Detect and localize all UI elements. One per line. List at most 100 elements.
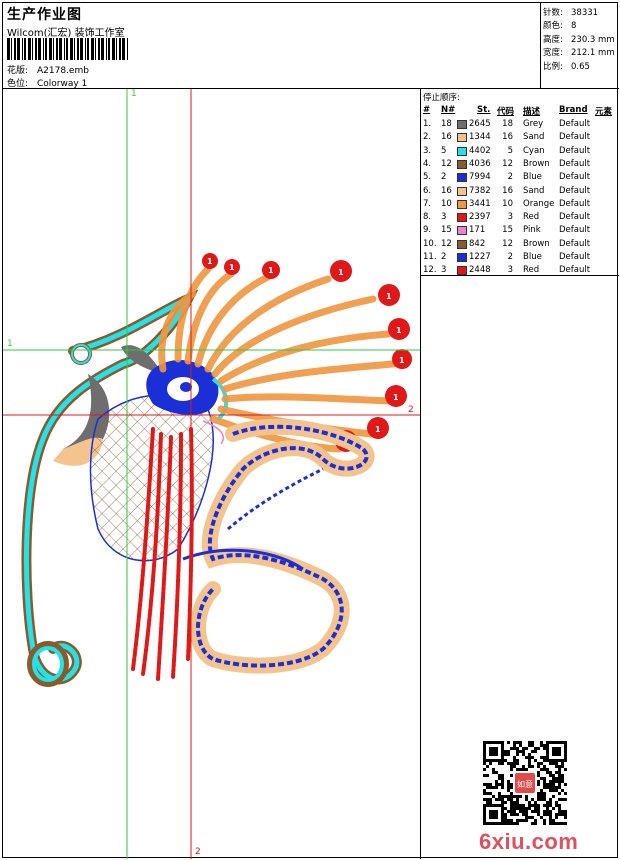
row-brand: Default <box>559 185 591 196</box>
row-code: 12 <box>502 158 513 169</box>
row-stitches: 4402 <box>469 145 491 156</box>
row-index: 3. <box>423 145 432 156</box>
svg-text:1: 1 <box>268 266 274 275</box>
row-index: 12. <box>423 265 437 276</box>
colorway-label: 色位: <box>7 79 29 89</box>
row-number: 3 <box>441 265 447 276</box>
table-row: 8. 3 2397 3 Red Default <box>421 212 617 225</box>
row-stitches: 2645 <box>469 119 491 129</box>
row-brand: Default <box>559 252 591 262</box>
mesh-body <box>89 394 214 562</box>
table-row: 3. 5 4402 5 Cyan Default <box>421 146 617 159</box>
row-number: 12 <box>441 238 452 249</box>
row-index: 5. <box>423 172 432 183</box>
color-swatch <box>457 173 467 183</box>
table-row: 11. 2 1227 2 Blue Default <box>421 252 617 265</box>
row-brand: Default <box>559 158 591 169</box>
row-desc: Sand <box>523 185 545 196</box>
row-code: 16 <box>502 132 513 143</box>
row-index: 8. <box>423 212 432 223</box>
row-desc: Brown <box>523 158 550 169</box>
table-row: 2. 16 1344 16 Sand Default <box>421 132 617 145</box>
stat-stitches: 针数: 38331 <box>543 8 599 18</box>
row-brand: Default <box>559 225 591 236</box>
row-desc: Blue <box>523 252 542 262</box>
row-brand: Default <box>559 132 591 143</box>
design-value: A2178.emb <box>37 66 89 76</box>
row-stitches: 2397 <box>469 212 491 223</box>
tail-curl-outer <box>190 418 375 674</box>
row-desc: Red <box>523 212 540 223</box>
row-stitches: 842 <box>469 238 486 249</box>
row-index: 6. <box>423 185 432 196</box>
color-swatch <box>457 266 467 276</box>
guide-v1-label: 1 <box>131 89 137 99</box>
row-stitches: 2448 <box>469 265 491 276</box>
table-row: 12. 3 2448 3 Red Default <box>421 265 617 278</box>
row-number: 15 <box>441 225 452 236</box>
row-desc: Sand <box>523 132 545 143</box>
color-swatch <box>457 253 467 262</box>
color-swatch <box>457 133 467 143</box>
stat-colors: 颜色: 8 <box>543 21 577 31</box>
row-stitches: 1344 <box>469 132 491 143</box>
row-number: 12 <box>441 158 452 169</box>
panel-divider <box>421 275 619 276</box>
row-stitches: 171 <box>469 225 486 236</box>
row-stitches: 7382 <box>469 185 491 196</box>
row-code: 10 <box>502 198 513 209</box>
watermark: 6xiu.com <box>479 829 579 854</box>
row-stitches: 7994 <box>469 172 491 183</box>
row-desc: Grey <box>523 119 544 129</box>
table-row: 6. 16 7382 16 Sand Default <box>421 186 617 199</box>
stat-scale: 比例: 0.65 <box>543 62 590 72</box>
embroidery-design: 1 1 1 1 1 1 1 1 1 1 <box>3 89 420 859</box>
table-row: 4. 12 4036 12 Brown Default <box>421 159 617 172</box>
row-code: 12 <box>502 238 513 249</box>
svg-text:1: 1 <box>386 292 392 301</box>
color-swatch <box>457 226 467 236</box>
row-code: 3 <box>507 212 513 223</box>
table-row: 7. 10 3441 10 Orange Default <box>421 199 617 212</box>
row-number: 2 <box>441 172 447 183</box>
table-row: 10. 12 842 12 Brown Default <box>421 239 617 252</box>
row-number: 10 <box>441 198 452 209</box>
stats-panel: 针数: 38331 颜色: 8 高度: 230.3 mm 宽度: 212.1 mm 比例… <box>541 3 619 89</box>
svg-text:1: 1 <box>229 263 235 272</box>
row-brand: Default <box>559 145 591 156</box>
stat-width: 宽度: 212.1 mm <box>543 48 615 58</box>
guide-h2-label: 2 <box>408 405 414 415</box>
color-swatch <box>457 213 467 223</box>
col-index: # <box>423 105 431 115</box>
row-stitches: 3441 <box>469 198 491 209</box>
svg-text:1: 1 <box>396 326 402 335</box>
qr-stamp-text: 如意 <box>517 779 533 789</box>
barcode <box>7 38 128 60</box>
color-swatch <box>457 186 467 196</box>
row-index: 2. <box>423 132 432 143</box>
svg-text:1: 1 <box>393 393 399 402</box>
stat-height: 高度: 230.3 mm <box>543 35 615 45</box>
row-brand: Default <box>559 172 591 183</box>
row-code: 15 <box>502 225 513 236</box>
header-info: 生产作业图 Wilcom(汇宏) 装饰工作室 花版: A2178.emb 色位: C… <box>3 3 541 89</box>
color-swatch <box>457 239 467 249</box>
row-code: 3 <box>507 265 513 276</box>
row-stitches: 1227 <box>469 252 491 262</box>
row-desc: Pink <box>523 225 541 236</box>
company-name: Wilcom(汇宏) 装饰工作室 <box>7 28 125 39</box>
row-brand: Default <box>559 119 591 129</box>
svg-text:1: 1 <box>399 356 405 365</box>
row-desc: Brown <box>523 238 550 249</box>
page-title: 生产作业图 <box>7 7 82 23</box>
row-index: 7. <box>423 198 432 209</box>
qr-code: 如意 <box>483 741 567 825</box>
colorway-row: 色位: Colorway 1 <box>7 76 87 89</box>
row-number: 16 <box>441 185 452 196</box>
design-label: 花版: <box>7 66 29 76</box>
row-brand: Default <box>559 238 591 249</box>
table-row: 5. 2 7994 2 Blue Default <box>421 172 617 185</box>
guide-v2-label: 2 <box>195 847 201 857</box>
svg-text:1: 1 <box>375 425 381 434</box>
row-index: 9. <box>423 225 432 236</box>
